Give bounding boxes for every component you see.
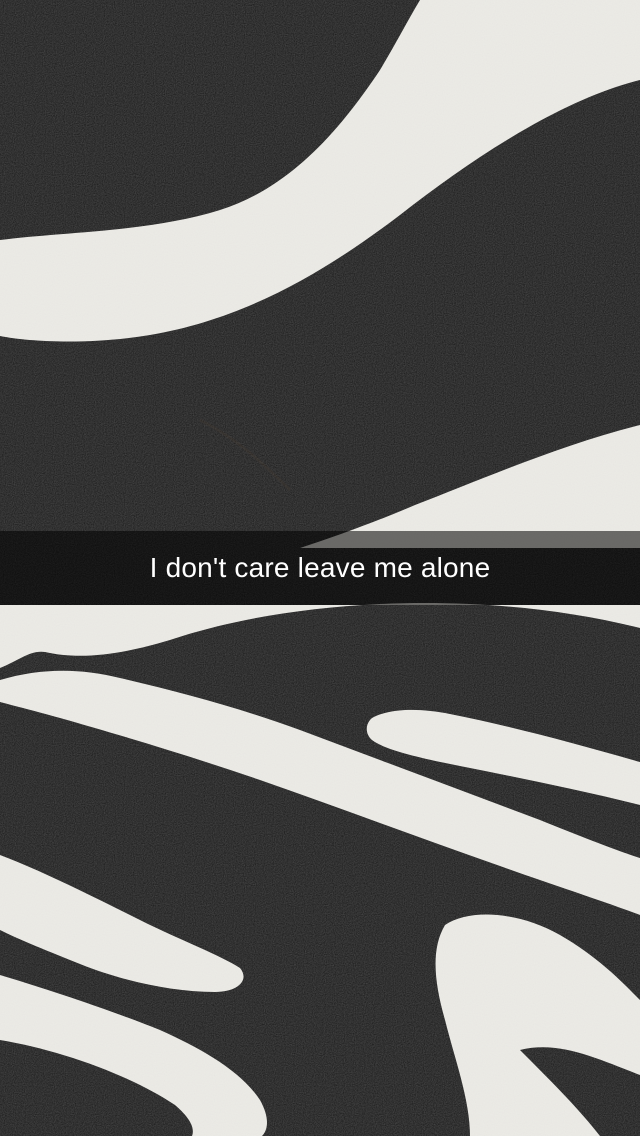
caption-bar[interactable]: I don't care leave me alone bbox=[0, 531, 640, 605]
caption-text: I don't care leave me alone bbox=[149, 552, 491, 583]
snap-viewer[interactable]: I don't care leave me alone bbox=[0, 0, 640, 1136]
